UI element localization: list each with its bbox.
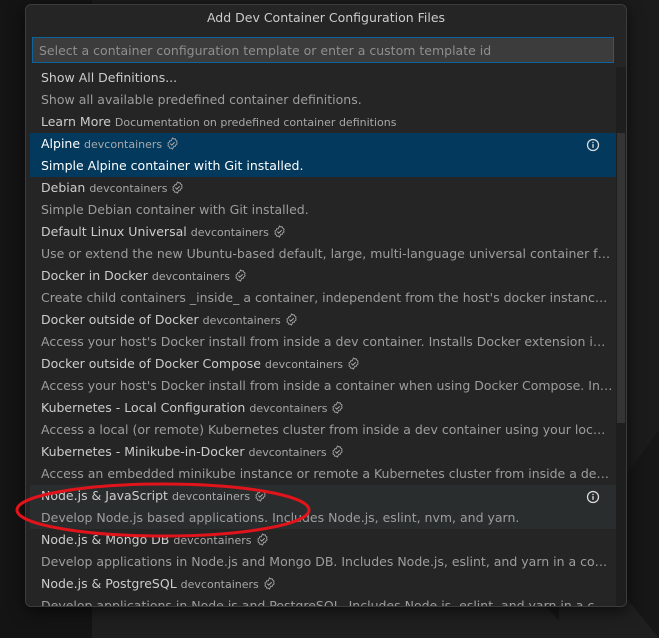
list-item-label: Docker outside of Docker Compose: [41, 356, 261, 371]
list-item-header: Learn More Documentation on predefined co…: [41, 111, 616, 133]
list-item-label: Kubernetes - Minikube-in-Docker: [41, 444, 245, 459]
list-item[interactable]: Show All Definitions... Show all availabl…: [30, 67, 616, 111]
list-item-header: Docker outside of Docker Compose devconta…: [41, 353, 616, 375]
info-icon[interactable]: [586, 137, 600, 152]
list-item-header: Docker in Docker devcontainers: [41, 265, 616, 287]
list-item-source: devcontainers: [173, 534, 252, 547]
verified-badge-icon: [171, 179, 184, 194]
list-item-description: Develop Node.js based applications. Incl…: [41, 510, 520, 525]
list-item[interactable]: Docker in Docker devcontainers Create chil…: [30, 265, 616, 309]
dialog-title: Add Dev Container Configuration Files: [206, 10, 446, 25]
list-item-source: devcontainers: [264, 358, 344, 371]
list-item-header: Node.js & JavaScript devcontainers: [41, 485, 616, 507]
list-item-source: devcontainers: [249, 402, 328, 415]
list-item-label: Docker in Docker: [41, 268, 148, 283]
list-item-description: Access an embedded minikube instance or …: [41, 466, 613, 481]
list-item-source: devcontainers: [190, 226, 269, 239]
list-item-source: devcontainers: [180, 578, 259, 591]
verified-badge-icon: [254, 487, 267, 502]
list-item-description: Access your host's Docker install from i…: [41, 334, 613, 349]
list-item-label: Debian: [41, 180, 86, 195]
list-item-source: devcontainers: [84, 138, 163, 151]
verified-badge-icon: [285, 311, 298, 326]
list-item-header: Docker outside of Docker devcontainers: [41, 309, 616, 331]
list-item-description: Access your host's Docker install from i…: [41, 378, 613, 393]
list-item-label: Node.js & PostgreSQL: [41, 576, 177, 591]
verified-badge-icon: [331, 443, 344, 458]
list-item[interactable]: Debian devcontainers Simple Debian contain…: [30, 177, 616, 221]
list-item-header: Debian devcontainers: [41, 177, 616, 199]
list-item-label: Default Linux Universal: [41, 224, 187, 239]
list-item-header: Kubernetes - Local Configuration devconta…: [41, 397, 616, 419]
list-item[interactable]: Default Linux Universal devcontainers Use …: [30, 221, 616, 265]
verified-badge-icon: [234, 267, 247, 282]
list-item-description: Develop applications in Node.js and Post…: [41, 598, 613, 607]
list-item-source: devcontainers: [248, 446, 327, 459]
list-item-source: Documentation on predefined container de…: [114, 116, 397, 129]
list-item[interactable]: Node.js & Mongo DB devcontainers Develop a…: [30, 529, 616, 573]
verified-badge-icon: [347, 355, 360, 370]
list-item[interactable]: Node.js & JavaScript devcontainers Develop…: [30, 485, 616, 529]
info-icon[interactable]: [586, 489, 600, 504]
list-item-description: Simple Alpine container with Git install…: [41, 158, 304, 173]
list-item[interactable]: Alpine devcontainers Simple Alpine contain…: [30, 133, 616, 177]
list-item-header: Show All Definitions...: [41, 67, 616, 89]
list-item-header: Alpine devcontainers: [41, 133, 616, 155]
verified-badge-icon: [331, 399, 344, 414]
verified-badge-icon: [273, 223, 286, 238]
verified-badge-icon: [256, 531, 269, 546]
list-item[interactable]: Kubernetes - Minikube-in-Docker devcontai…: [30, 441, 616, 485]
list-item-header: Kubernetes - Minikube-in-Docker devcontai…: [41, 441, 616, 463]
list-item-description: Develop applications in Node.js and Mong…: [41, 554, 613, 569]
template-list: Show All Definitions... Show all availabl…: [30, 67, 616, 607]
verified-badge-icon: [263, 575, 276, 590]
list-item-label: Show All Definitions...: [41, 70, 178, 85]
list-item-description: Use or extend the new Ubuntu-based defau…: [41, 246, 613, 261]
list-item[interactable]: Docker outside of Docker Compose devconta…: [30, 353, 616, 397]
list-item-description: Show all available predefined container …: [41, 92, 362, 107]
list-scrollbar[interactable]: [616, 67, 626, 606]
list-item-source: devcontainers: [202, 314, 281, 327]
search-wrapper: [26, 31, 626, 63]
list-item[interactable]: Docker outside of Docker devcontainers Acc…: [30, 309, 616, 353]
list-item-source: devcontainers: [89, 182, 168, 195]
template-search-input[interactable]: [32, 37, 614, 63]
list-item-header: Node.js & PostgreSQL devcontainers: [41, 573, 616, 595]
list-item-source: devcontainers: [151, 270, 231, 283]
list-item-label: Kubernetes - Local Configuration: [41, 400, 246, 415]
list-item-label: Node.js & JavaScript: [41, 488, 168, 503]
list-item[interactable]: Kubernetes - Local Configuration devconta…: [30, 397, 616, 441]
list-item[interactable]: Learn More Documentation on predefined co…: [30, 111, 616, 133]
list-item-label: Node.js & Mongo DB: [41, 532, 170, 547]
list-item-description: Create child containers _inside_ a conta…: [41, 290, 613, 305]
list-item[interactable]: Node.js & PostgreSQL devcontainers Develop…: [30, 573, 616, 607]
quick-pick-dialog: Add Dev Container Configuration Files Sh…: [25, 4, 627, 607]
verified-badge-icon: [166, 135, 179, 150]
scrollbar-thumb[interactable]: [617, 133, 625, 423]
list-item-description: Simple Debian container with Git install…: [41, 202, 309, 217]
list-item-header: Default Linux Universal devcontainers: [41, 221, 616, 243]
list-item-header: Node.js & Mongo DB devcontainers: [41, 529, 616, 551]
list-item-source: devcontainers: [171, 490, 251, 503]
list-item-label: Docker outside of Docker: [41, 312, 199, 327]
list-item-label: Learn More: [41, 114, 111, 129]
list-item-label: Alpine: [41, 136, 81, 151]
list-item-description: Access a local (or remote) Kubernetes cl…: [41, 422, 613, 437]
